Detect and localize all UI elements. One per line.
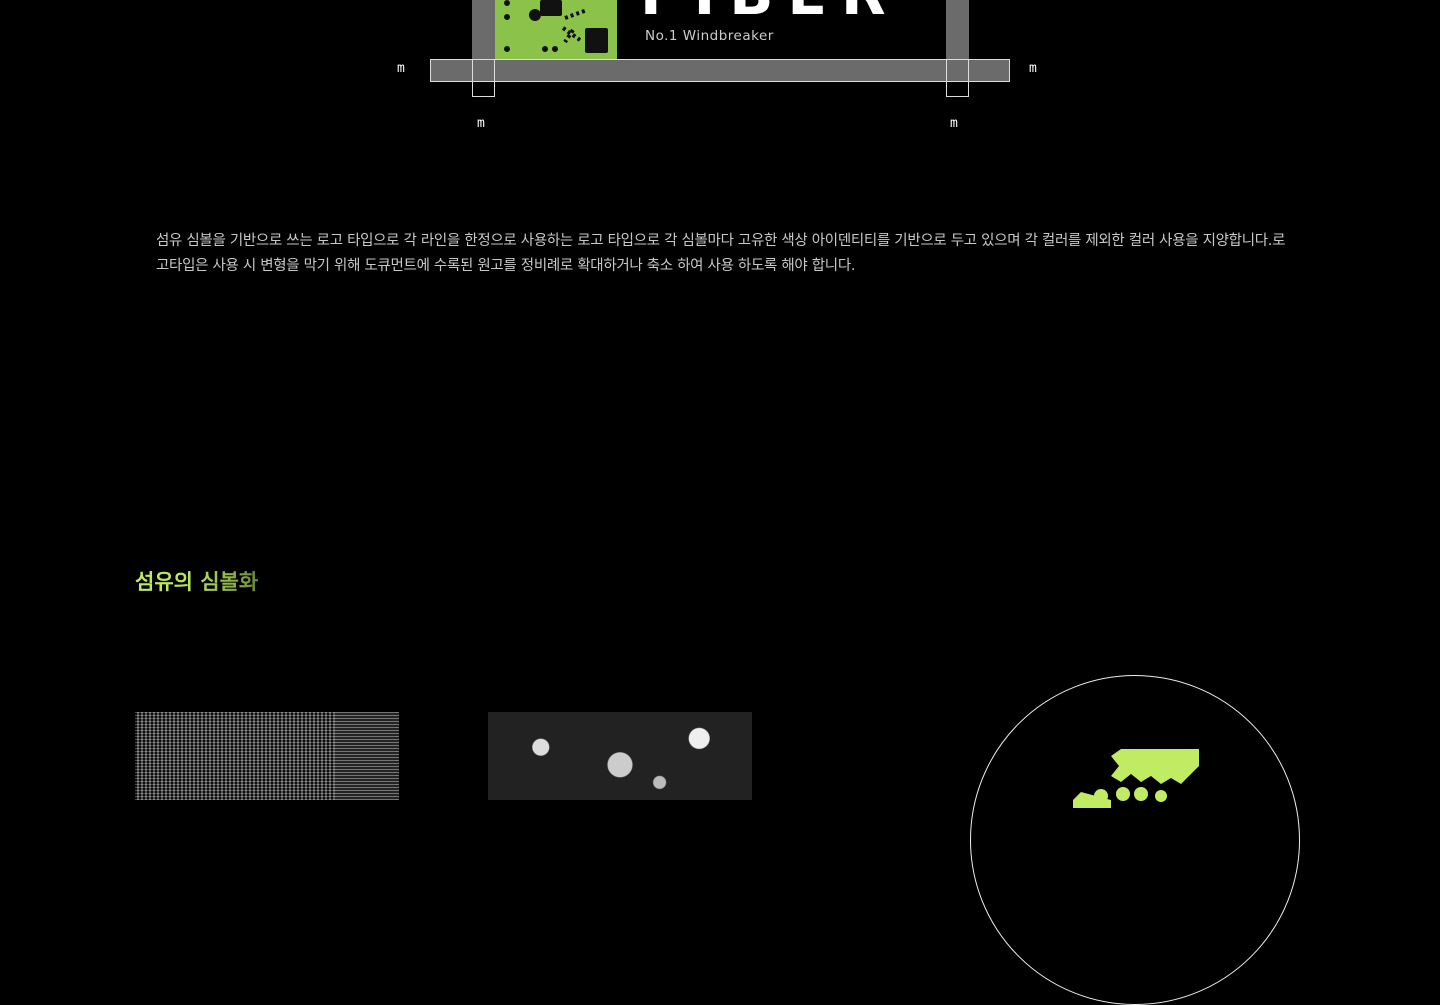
section-title: 섬유의 심볼화 <box>135 566 258 596</box>
logo-description: 섬유 심볼을 기반으로 쓰는 로고 타입으로 각 라인을 한정으로 사용하는 로… <box>156 233 1286 274</box>
fiber-texture-image <box>135 712 399 800</box>
fiber-symbol-icon <box>504 0 608 53</box>
logo-tagline: No.1 Windbreaker <box>645 28 774 44</box>
fiber-symbol-green-icon <box>1073 749 1199 808</box>
fiber-microscope-image <box>488 712 752 800</box>
clearspace-bottom-bar <box>430 59 1010 82</box>
clearspace-label-left: m <box>397 61 405 76</box>
clearspace-right-box <box>946 59 969 97</box>
clearspace-left-box <box>472 59 495 97</box>
clearspace-label-right: m <box>1029 61 1037 76</box>
clearspace-label-bottom-left: m <box>477 116 485 131</box>
clearspace-label-bottom-right: m <box>950 116 958 131</box>
symbol-circle <box>970 675 1300 1005</box>
logo-symbol <box>495 0 617 59</box>
logo-wordmark: FIBER <box>640 0 900 28</box>
